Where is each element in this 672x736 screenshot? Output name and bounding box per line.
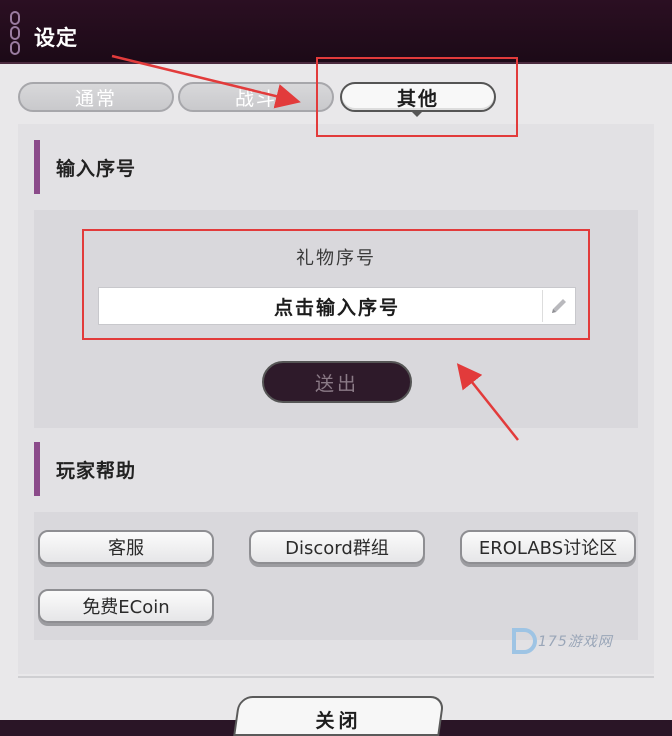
annotation-arrows xyxy=(111,54,519,441)
annotation-arrow-serial xyxy=(456,363,519,441)
annotation-arrow-tab xyxy=(111,54,301,109)
settings-dialog: 设定 通常 战斗 其他 输入序号 礼物序号 点击输入序号 送出 玩家帮助 客服 … xyxy=(0,0,672,736)
